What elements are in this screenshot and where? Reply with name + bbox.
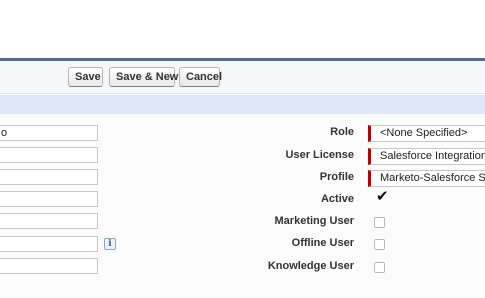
- info-icon[interactable]: i: [104, 238, 116, 250]
- section-header-bar: [0, 95, 485, 114]
- user-license-select[interactable]: Salesforce Integration: [368, 148, 485, 165]
- profile-label: Profile: [319, 171, 354, 183]
- offline-user-label: Offline User: [291, 237, 354, 249]
- left-field-2[interactable]: [0, 147, 98, 163]
- knowledge-user-checkbox[interactable]: [374, 262, 385, 273]
- active-label: Active: [320, 193, 354, 205]
- user-license-label: User License: [285, 149, 354, 161]
- profile-select[interactable]: Marketo-Salesforce Sy: [368, 170, 485, 187]
- marketing-user-checkbox[interactable]: [374, 217, 385, 228]
- left-field-6[interactable]: [0, 236, 98, 252]
- left-field-7[interactable]: [0, 258, 98, 274]
- marketing-user-label: Marketing User: [274, 215, 354, 227]
- offline-user-checkbox[interactable]: [374, 239, 385, 250]
- left-field-1[interactable]: o: [0, 125, 98, 141]
- role-label: Role: [330, 126, 354, 138]
- active-checkmark-icon[interactable]: ✔: [376, 189, 389, 204]
- save-and-new-button[interactable]: Save & New: [109, 67, 178, 87]
- left-field-4[interactable]: [0, 191, 98, 207]
- left-field-5[interactable]: [0, 213, 98, 229]
- left-field-3[interactable]: [0, 169, 98, 185]
- role-select[interactable]: <None Specified>: [368, 125, 485, 142]
- save-button[interactable]: Save: [68, 67, 103, 87]
- cancel-button[interactable]: Cancel: [179, 67, 222, 87]
- knowledge-user-label: Knowledge User: [267, 260, 354, 272]
- button-toolbar: Save Save & New Cancel: [0, 61, 485, 94]
